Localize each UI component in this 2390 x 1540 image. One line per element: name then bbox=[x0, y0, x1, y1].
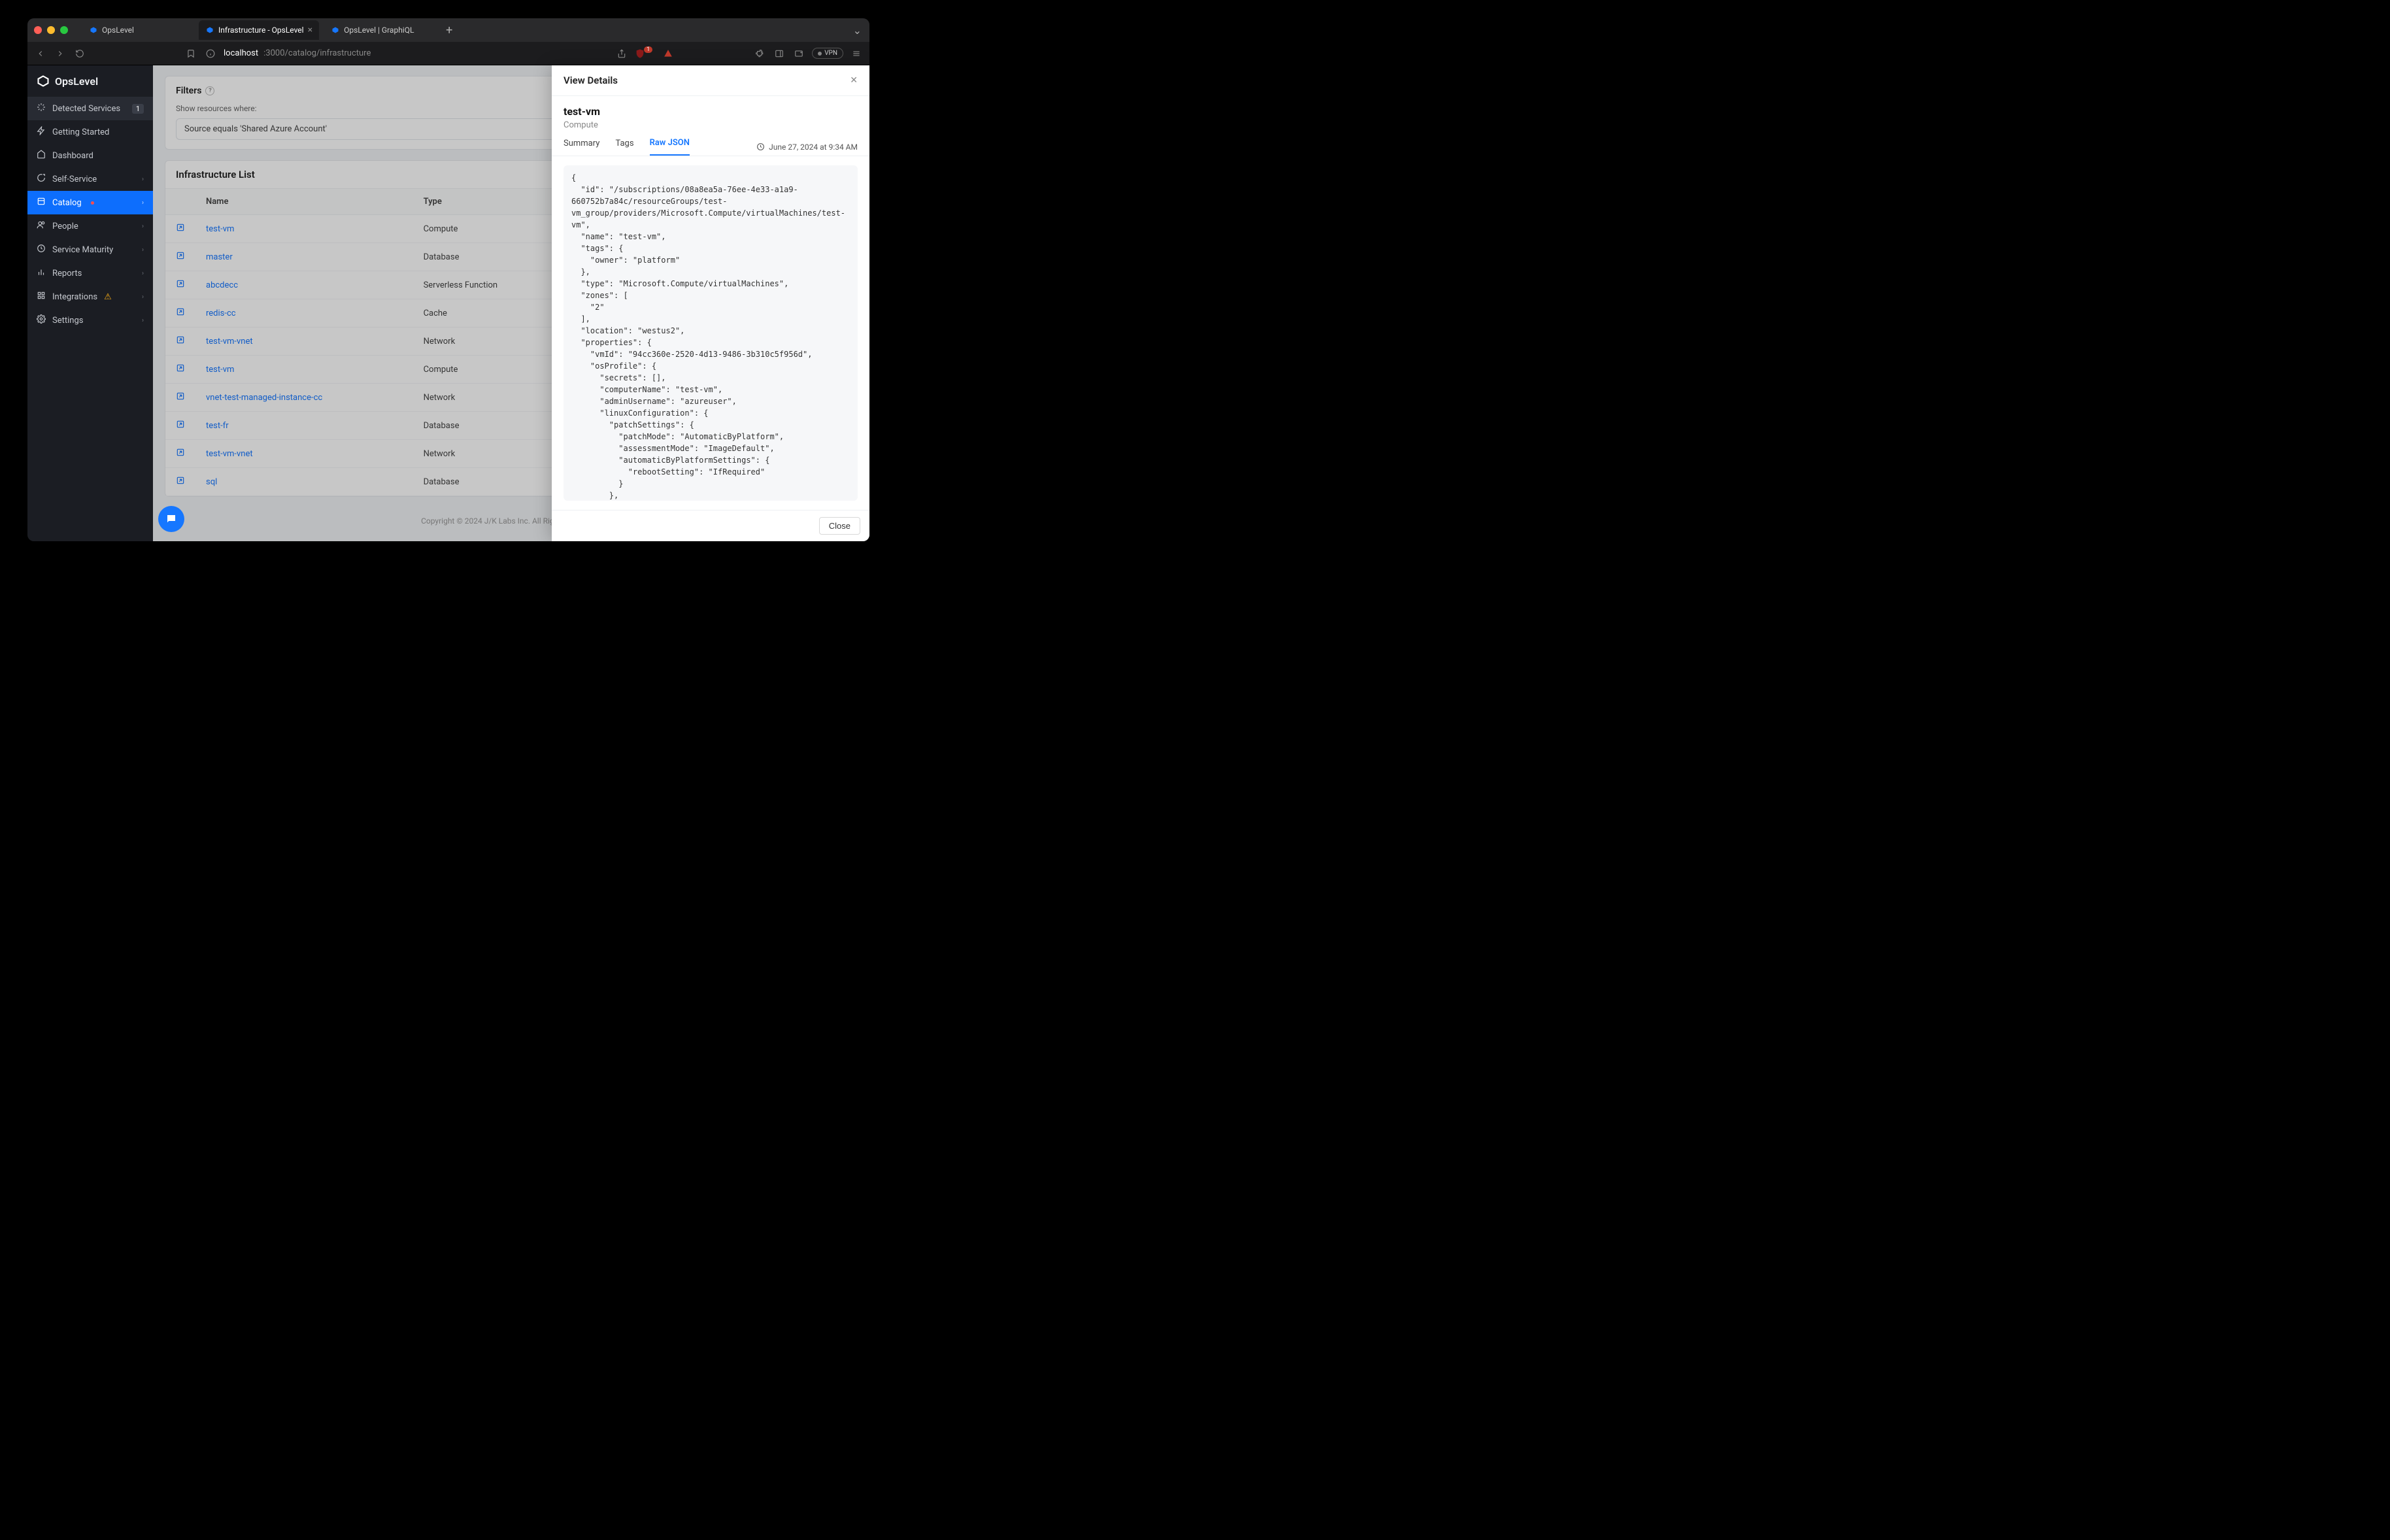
getting-started-icon bbox=[37, 126, 46, 138]
sidebar-item-detected-services[interactable]: Detected Services 1 bbox=[27, 97, 153, 120]
sidebar-item-dashboard[interactable]: Dashboard bbox=[27, 144, 153, 167]
service-maturity-icon bbox=[37, 244, 46, 256]
tab-strip: OpsLevel Infrastructure - OpsLevel × OpsLev… bbox=[27, 18, 869, 42]
chevron-right-icon: › bbox=[142, 270, 144, 277]
drawer-tab-tags[interactable]: Tags bbox=[615, 139, 633, 155]
clock-icon bbox=[756, 142, 765, 151]
sidebar: OpsLevel Detected Services 1 Getting Start… bbox=[27, 65, 153, 541]
brand-label: OpsLevel bbox=[55, 75, 98, 88]
nav-forward-button[interactable] bbox=[54, 47, 67, 60]
new-tab-button[interactable]: + bbox=[441, 24, 458, 37]
people-icon bbox=[37, 220, 46, 232]
sidebar-badge: 1 bbox=[132, 104, 144, 114]
extensions-icon[interactable] bbox=[753, 47, 766, 60]
extension-warning-icon[interactable] bbox=[662, 47, 675, 60]
tabs-overflow-button[interactable]: ⌄ bbox=[845, 24, 869, 37]
detected-services-icon bbox=[37, 103, 46, 114]
tab-label: Infrastructure - OpsLevel bbox=[218, 25, 304, 35]
sidebar-item-catalog[interactable]: Catalog › bbox=[27, 191, 153, 214]
sidepanel-icon[interactable] bbox=[773, 47, 786, 60]
drawer-header: View Details ✕ bbox=[552, 65, 869, 96]
app-menu-icon[interactable] bbox=[850, 47, 863, 60]
sidebar-item-label: Service Maturity bbox=[52, 245, 113, 255]
browser-tab[interactable]: OpsLevel | GraphiQL bbox=[324, 20, 435, 40]
site-info-icon[interactable] bbox=[204, 47, 217, 60]
app-root: OpsLevel Detected Services 1 Getting Start… bbox=[27, 65, 869, 541]
indicator-dot-icon bbox=[91, 201, 94, 205]
sidebar-item-service-maturity[interactable]: Service Maturity › bbox=[27, 238, 153, 261]
drawer-title: View Details bbox=[564, 75, 618, 86]
chevron-right-icon: › bbox=[142, 176, 144, 183]
tab-close-icon[interactable]: × bbox=[308, 25, 312, 35]
chevron-right-icon: › bbox=[142, 293, 144, 301]
sidebar-item-self-service[interactable]: Self-Service › bbox=[27, 167, 153, 191]
brand[interactable]: OpsLevel bbox=[27, 65, 153, 97]
drawer-timestamp: June 27, 2024 at 9:34 AM bbox=[756, 142, 858, 152]
maximize-window-button[interactable] bbox=[60, 26, 68, 34]
drawer-resource-name: test-vm bbox=[564, 105, 858, 118]
drawer-tabs: Summary Tags Raw JSON June 27, 2024 at 9:3… bbox=[552, 130, 869, 156]
details-drawer: View Details ✕ test-vm Compute Summary Ta… bbox=[552, 65, 869, 541]
sidebar-item-label: Dashboard bbox=[52, 151, 93, 161]
sidebar-item-label: Settings bbox=[52, 316, 83, 326]
sidebar-item-label: Reports bbox=[52, 269, 82, 278]
window-controls bbox=[34, 26, 68, 34]
address-field[interactable]: localhost :3000/catalog/infrastructure bbox=[224, 48, 609, 58]
extension-ublock-icon[interactable]: 1 bbox=[635, 48, 655, 59]
close-window-button[interactable] bbox=[34, 26, 42, 34]
browser-window: OpsLevel Infrastructure - OpsLevel × OpsLev… bbox=[27, 18, 869, 541]
chevron-right-icon: › bbox=[142, 317, 144, 324]
dashboard-icon bbox=[37, 150, 46, 161]
sidebar-item-label: Detected Services bbox=[52, 104, 120, 114]
chat-bubble-button[interactable] bbox=[158, 506, 184, 532]
drawer-resource-kind: Compute bbox=[564, 120, 858, 130]
url-bar: localhost :3000/catalog/infrastructure 1 bbox=[27, 42, 869, 65]
chevron-right-icon: › bbox=[142, 223, 144, 230]
reports-icon bbox=[37, 267, 46, 279]
tab-favicon bbox=[89, 25, 98, 35]
sidebar-item-label: Self-Service bbox=[52, 175, 97, 184]
sidebar-item-people[interactable]: People › bbox=[27, 214, 153, 238]
share-icon[interactable] bbox=[615, 47, 628, 60]
sidebar-item-label: Catalog bbox=[52, 198, 82, 208]
sidebar-item-label: Integrations bbox=[52, 292, 97, 302]
browser-tab[interactable]: Infrastructure - OpsLevel × bbox=[199, 20, 319, 40]
sidebar-item-settings[interactable]: Settings › bbox=[27, 309, 153, 332]
close-button[interactable]: Close bbox=[819, 517, 860, 535]
tab-label: OpsLevel | GraphiQL bbox=[344, 25, 414, 35]
nav-back-button[interactable] bbox=[34, 47, 47, 60]
bookmark-icon[interactable] bbox=[184, 47, 197, 60]
drawer-close-icon[interactable]: ✕ bbox=[850, 75, 858, 86]
self-service-icon bbox=[37, 173, 46, 185]
url-host: localhost bbox=[224, 48, 258, 58]
tab-label: OpsLevel bbox=[102, 25, 134, 35]
catalog-icon bbox=[37, 197, 46, 209]
minimize-window-button[interactable] bbox=[47, 26, 55, 34]
tab-favicon bbox=[331, 25, 340, 35]
sidebar-item-reports[interactable]: Reports › bbox=[27, 261, 153, 285]
drawer-tab-raw-json[interactable]: Raw JSON bbox=[650, 138, 690, 156]
warning-icon: ⚠ bbox=[104, 292, 112, 302]
sidebar-item-integrations[interactable]: Integrations ⚠ › bbox=[27, 285, 153, 309]
json-viewer[interactable]: { "id": "/subscriptions/08a8ea5a-76ee-4e… bbox=[564, 165, 858, 501]
tab-favicon bbox=[205, 25, 214, 35]
settings-icon bbox=[37, 314, 46, 326]
json-content: { "id": "/subscriptions/08a8ea5a-76ee-4e… bbox=[571, 172, 850, 501]
reload-button[interactable] bbox=[73, 47, 86, 60]
browser-tab[interactable]: OpsLevel bbox=[82, 20, 194, 40]
sidebar-item-label: People bbox=[52, 222, 78, 231]
drawer-tab-summary[interactable]: Summary bbox=[564, 139, 599, 155]
integrations-icon bbox=[37, 291, 46, 303]
chevron-right-icon: › bbox=[142, 199, 144, 207]
extension-badge-count: 1 bbox=[644, 46, 652, 53]
vpn-button[interactable]: VPN bbox=[812, 48, 843, 59]
sidebar-item-getting-started[interactable]: Getting Started bbox=[27, 120, 153, 144]
url-path: :3000/catalog/infrastructure bbox=[263, 48, 371, 58]
sidebar-item-label: Getting Started bbox=[52, 127, 109, 137]
screenshot-icon[interactable] bbox=[792, 47, 805, 60]
chevron-right-icon: › bbox=[142, 246, 144, 254]
